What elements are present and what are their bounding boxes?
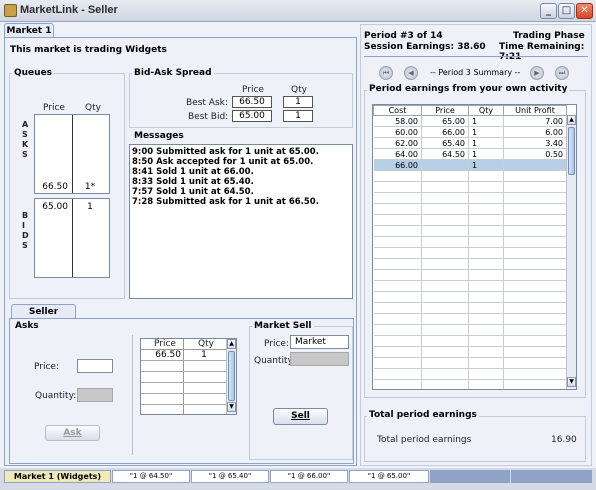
ask-quantity-input[interactable]	[77, 388, 113, 402]
first-period-icon[interactable]: ⏮	[379, 66, 393, 80]
status-trade: "1 @ 65.40"	[191, 470, 269, 483]
asks-list-scrollbar[interactable]: ▲ ▼	[226, 339, 236, 414]
spread-qty-header: Qty	[291, 85, 307, 95]
scroll-down-icon[interactable]: ▼	[567, 377, 576, 387]
total-label: Total period earnings	[377, 435, 472, 445]
table-row[interactable]: 60.00 66.00 1 6.00	[373, 126, 567, 138]
price-header: Price	[421, 105, 469, 116]
ask-price-input[interactable]	[77, 359, 113, 373]
message-line: 7:57 Sold 1 unit at 64.50.	[132, 187, 254, 197]
total-value: 16.90	[551, 435, 577, 445]
ask-button[interactable]: Ask	[45, 425, 100, 441]
message-line: 8:50 Ask accepted for 1 unit at 65.00.	[132, 157, 314, 167]
status-empty-cell	[511, 470, 592, 483]
ask-queue-price: 66.50	[42, 182, 68, 192]
ask-queue-qty: 1*	[84, 182, 96, 192]
spread-title: Bid-Ask Spread	[132, 68, 214, 78]
previous-period-icon[interactable]: ◀	[404, 66, 418, 80]
best-ask-qty: 1	[283, 96, 313, 108]
queues-title: Queues	[12, 68, 55, 78]
message-line: 8:41 Sold 1 unit at 66.00.	[132, 167, 254, 177]
best-bid-price: 65.00	[232, 110, 272, 122]
last-period-icon[interactable]: ⏭	[555, 66, 569, 80]
scroll-thumb[interactable]	[568, 127, 575, 175]
messages-title: Messages	[132, 131, 186, 141]
next-period-icon[interactable]: ▶	[530, 66, 544, 80]
message-line: 7:28 Submitted ask for 1 unit at 66.50.	[132, 197, 319, 207]
tab-market-1[interactable]: Market 1	[4, 23, 54, 37]
asks-list-row-price: 66.50	[155, 350, 181, 360]
asks-vertical-label: ASKS	[22, 120, 29, 159]
time-remaining: Time Remaining: 7:21	[499, 42, 585, 62]
table-row[interactable]: 62.00 65.40 1 3.40	[373, 137, 567, 149]
queues-price-header: Price	[43, 103, 65, 113]
best-ask-label: Best Ask:	[186, 98, 228, 108]
window-title: MarketLink - Seller	[20, 4, 118, 16]
phase-label: Trading Phase	[513, 31, 585, 41]
table-row-selected[interactable]: 66.00 1	[373, 159, 567, 171]
market-sell-price-field: Market	[290, 335, 349, 349]
session-earnings: Session Earnings: 38.60	[364, 42, 486, 52]
minimize-icon[interactable]: _	[540, 3, 557, 19]
asks-queue: 66.50 1*	[34, 114, 110, 194]
period-label: Period #3 of 14	[364, 31, 443, 41]
sell-button[interactable]: Sell	[273, 408, 328, 425]
asks-list[interactable]: Price Qty 66.50 1 ▲ ▼	[140, 338, 237, 415]
bid-queue-qty: 1	[87, 202, 93, 212]
best-bid-label: Best Bid:	[188, 112, 229, 122]
message-line: 8:33 Sold 1 unit at 65.40.	[132, 177, 254, 187]
status-trade: "1 @ 64.50"	[112, 470, 190, 483]
messages-log[interactable]: 9:00 Submitted ask for 1 unit at 65.00. …	[129, 144, 353, 299]
asks-list-row-qty: 1	[201, 350, 207, 360]
market-sell-price-label: Price:	[264, 339, 289, 349]
earnings-title: Period earnings from your own activity	[367, 84, 570, 94]
bid-queue-price: 65.00	[42, 202, 68, 212]
bids-queue: 65.00 1	[34, 198, 110, 278]
app-icon	[4, 4, 17, 17]
table-row[interactable]: 58.00 65.00 1 7.00	[373, 115, 567, 127]
earnings-table[interactable]: Cost Price Qty Unit Profit 58.00 65.00 1 7.…	[372, 104, 577, 390]
asks-list-qty-header: Qty	[198, 339, 214, 349]
table-row[interactable]: 64.00 64.50 1 0.50	[373, 148, 567, 160]
ask-quantity-label: Quantity:	[35, 391, 77, 401]
message-line: 9:00 Submitted ask for 1 unit at 65.00.	[132, 147, 319, 157]
cost-header: Cost	[373, 105, 422, 116]
divider	[132, 335, 133, 455]
earnings-scrollbar[interactable]: ▲ ▼	[566, 115, 576, 389]
period-summary-label: -- Period 3 Summary --	[430, 68, 521, 77]
header-divider	[364, 56, 588, 57]
best-ask-price: 66.50	[232, 96, 272, 108]
market-sell-quantity-input[interactable]	[290, 352, 349, 366]
close-icon[interactable]: ✕	[576, 3, 593, 19]
total-title: Total period earnings	[367, 410, 479, 420]
tab-seller-actions[interactable]: Seller Actions	[11, 304, 76, 331]
market-sell-title: Market Sell	[252, 321, 314, 331]
spread-price-header: Price	[242, 85, 264, 95]
status-trade: "1 @ 65.00"	[349, 470, 429, 483]
asks-list-price-header: Price	[154, 339, 176, 349]
asks-title: Asks	[13, 321, 41, 331]
qty-header: Qty	[468, 105, 504, 116]
status-market: Market 1 (Widgets)	[4, 470, 111, 483]
scroll-thumb[interactable]	[228, 351, 235, 401]
scroll-up-icon[interactable]: ▲	[227, 339, 236, 349]
profit-header: Unit Profit	[503, 105, 567, 116]
market-trading-text: This market is trading Widgets	[10, 45, 167, 55]
ask-price-label: Price:	[34, 362, 59, 372]
best-bid-qty: 1	[283, 110, 313, 122]
bids-vertical-label: BIDS	[22, 211, 29, 250]
queues-qty-header: Qty	[85, 103, 101, 113]
status-empty-cell	[430, 470, 510, 483]
status-trade: "1 @ 66.00"	[270, 470, 348, 483]
scroll-up-icon[interactable]: ▲	[567, 115, 576, 125]
scroll-down-icon[interactable]: ▼	[227, 402, 236, 412]
maximize-icon[interactable]: □	[558, 3, 575, 19]
